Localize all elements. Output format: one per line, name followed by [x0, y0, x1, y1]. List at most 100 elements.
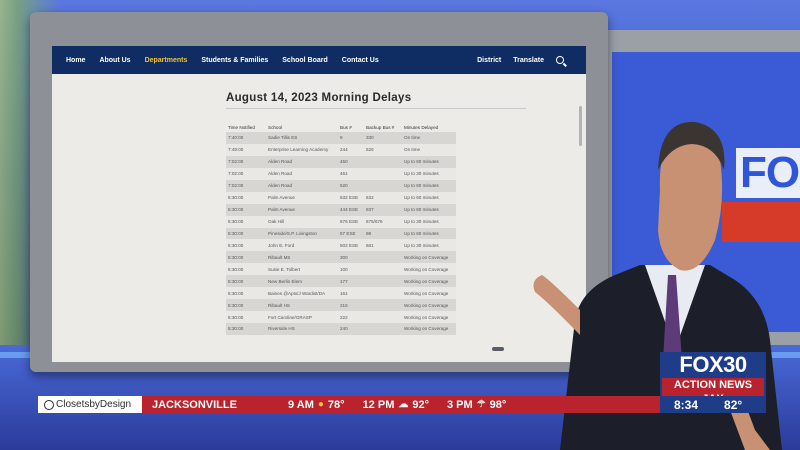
cell-minutes: Working on Coverage — [402, 287, 456, 300]
site-navbar: Home About Us Departments Students & Fam… — [52, 46, 586, 74]
cell-time: 5:30:00 — [226, 191, 266, 204]
table-row: 5:30:00 Ribault HS 215 Working on Coverage — [226, 299, 456, 312]
cell-school: Sadie Tillis ES — [266, 132, 338, 144]
cell-bus: 9 — [338, 132, 364, 144]
nav-about[interactable]: About Us — [99, 57, 130, 64]
cell-school: Alden Road — [266, 167, 338, 180]
cell-bus: 215 — [338, 299, 364, 312]
cell-time: 5:30:00 — [226, 227, 266, 240]
cell-minutes: On time — [402, 143, 456, 156]
cell-bus: 520 — [338, 179, 364, 192]
cell-backup-bus: 675/676 — [364, 215, 402, 228]
cell-backup-bus: 98 — [364, 227, 402, 240]
table-row: 5:30:00 John E. Ford 502 ESE 681 Up to 30 mi… — [226, 239, 456, 252]
forecast-time: 3 PM — [447, 398, 473, 411]
cell-school: Oak Hill — [266, 215, 338, 228]
nav-home[interactable]: Home — [66, 57, 85, 64]
table-row: 5:30:00 Ribault MS 300 Working on Coverage — [226, 251, 456, 264]
table-row: 5:30:00 New Berlin Elem 177 Working on Cove… — [226, 275, 456, 288]
cell-backup-bus: 526 — [364, 143, 402, 156]
nav-translate[interactable]: Translate — [513, 57, 544, 64]
cell-bus: 100 — [338, 263, 364, 276]
nav-departments[interactable]: Departments — [145, 57, 188, 64]
table-row: 7:02:00 Alden Road 450 Up to 60 minutes — [226, 155, 456, 168]
station-logo-text: FOX30 — [679, 352, 747, 377]
cell-time: 7:02:00 — [226, 179, 266, 192]
nav-contact[interactable]: Contact Us — [342, 57, 379, 64]
cell-school: Riverside HS — [266, 323, 338, 335]
cell-bus: 676 ESE — [338, 215, 364, 228]
table-row: 5:30:00 Baines @Aptx/J Wardist/DA 161 Worki… — [226, 287, 456, 300]
cell-minutes: Up to 30 minutes — [402, 167, 456, 180]
cell-minutes: Working on Coverage — [402, 251, 456, 264]
cell-time: 7:49:00 — [226, 143, 266, 156]
sponsor-name: ClosetsbyDesign — [56, 399, 132, 410]
cell-backup-bus — [364, 287, 402, 300]
nav-students-families[interactable]: Students & Families — [201, 57, 268, 64]
cell-backup-bus: 681 — [364, 239, 402, 252]
cell-bus: 300 — [338, 251, 364, 264]
cell-backup-bus — [364, 323, 402, 335]
nav-district[interactable]: District — [477, 57, 501, 64]
table-row: 5:30:00 Fort Caroline/GRASP 222 Working on … — [226, 311, 456, 323]
monitor-button — [492, 347, 504, 351]
table-row: 5:30:00 Pineside/S.P. Livingston 87 ESE 98 U… — [226, 227, 456, 240]
sponsor-logo-icon — [44, 399, 54, 410]
cell-minutes: Working on Coverage — [402, 275, 456, 288]
cell-time: 5:30:00 — [226, 323, 266, 335]
cell-bus: 161 — [338, 287, 364, 300]
cell-bus: 244 — [338, 143, 364, 156]
sponsor-badge: ClosetsbyDesign — [38, 396, 142, 413]
cell-school: Palm Avenue — [266, 203, 338, 216]
sun-icon: ● — [317, 399, 324, 410]
cell-bus: 450 — [338, 155, 364, 168]
cell-bus: 444 ESE — [338, 203, 364, 216]
table-row: 5:30:00 Oak Hill 676 ESE 675/676 Up to 30 mi… — [226, 215, 456, 228]
cell-minutes: Up to 60 minutes — [402, 227, 456, 240]
cell-minutes: Up to 60 minutes — [402, 179, 456, 192]
forecast-3pm: 3 PM ☂ 98° — [447, 399, 506, 411]
forecast-temp: 78° — [327, 398, 345, 411]
cell-bus: 502 ESE — [338, 239, 364, 252]
cell-bus: 240 — [338, 323, 364, 335]
col-time-notified: Time Notified — [228, 124, 255, 130]
table-row: 5:30:00 Riverside HS 240 Working on Coverag… — [226, 323, 456, 335]
search-icon[interactable] — [556, 56, 564, 64]
cell-backup-bus — [364, 311, 402, 323]
cell-time: 5:30:00 — [226, 215, 266, 228]
cell-school: New Berlin Elem — [266, 275, 338, 288]
forecast-time: 12 PM — [362, 398, 395, 411]
table-row: 5:30:00 Susie E. Tolbert 100 Working on Cov… — [226, 263, 456, 276]
cell-backup-bus — [364, 263, 402, 276]
col-backup-bus: Backup Bus # — [366, 124, 395, 130]
cell-school: Fort Caroline/GRASP — [266, 311, 338, 323]
nav-school-board[interactable]: School Board — [282, 57, 328, 64]
cell-time: 5:30:00 — [226, 251, 266, 264]
forecast-temp: 92° — [412, 398, 429, 411]
website-screen: Home About Us Departments Students & Fam… — [52, 46, 586, 362]
cell-bus: 632 ESE — [338, 191, 364, 204]
table-row: 7:02:00 Alden Road 461 Up to 30 minutes — [226, 167, 456, 180]
cell-time: 5:30:00 — [226, 275, 266, 288]
col-minutes-delayed: Minutes Delayed — [404, 124, 439, 130]
cell-minutes: Up to 30 minutes — [402, 215, 456, 228]
cell-backup-bus: 937 — [364, 203, 402, 216]
cell-school: John E. Ford — [266, 239, 338, 252]
table-row: 7:40:00 Sadie Tillis ES 9 330 On time — [226, 132, 456, 144]
cell-time: 5:30:00 — [226, 203, 266, 216]
cell-school: Susie E. Tolbert — [266, 263, 338, 276]
cell-minutes: Working on Coverage — [402, 311, 456, 323]
cell-time: 5:30:00 — [226, 263, 266, 276]
page-title: August 14, 2023 Morning Delays — [226, 92, 412, 104]
cell-backup-bus — [364, 275, 402, 288]
cell-school: Ribault MS — [266, 251, 338, 264]
cell-school: Ribault HS — [266, 299, 338, 312]
cell-school: Pineside/S.P. Livingston — [266, 227, 338, 240]
cell-minutes: Up to 60 minutes — [402, 203, 456, 216]
cell-school: Palm Avenue — [266, 191, 338, 204]
cell-bus: 87 ESE — [338, 227, 364, 240]
col-school: School — [268, 124, 283, 130]
cell-time: 5:30:00 — [226, 287, 266, 300]
cell-time: 7:40:00 — [226, 132, 266, 144]
table-row: 5:30:00 Palm Avenue 444 ESE 937 Up to 60 min… — [226, 203, 456, 216]
